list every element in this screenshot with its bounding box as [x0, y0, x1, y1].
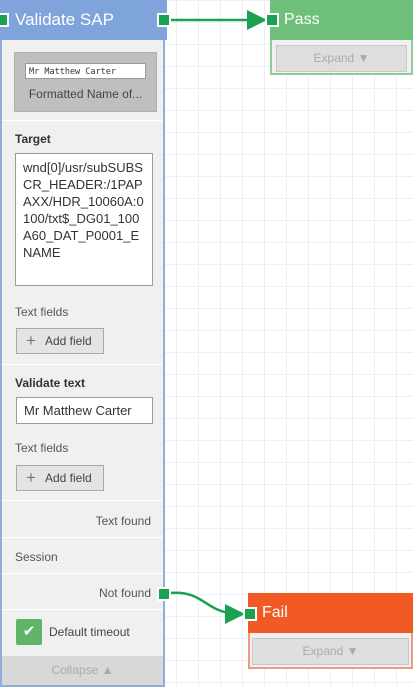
- fail-node[interactable]: Fail Expand ▼: [243, 593, 413, 669]
- divider: [2, 120, 163, 121]
- plus-icon: +: [26, 331, 36, 350]
- validate-text-label: Validate text: [15, 376, 86, 390]
- validate-node-title: Validate SAP: [15, 10, 114, 29]
- connector-fail: [169, 591, 245, 624]
- thumbnail-caption: Formatted Name of...: [28, 87, 143, 101]
- collapse-button[interactable]: Collapse ▲: [2, 656, 163, 685]
- pass-node-header[interactable]: Pass: [270, 0, 413, 40]
- fail-output-port[interactable]: [157, 587, 171, 601]
- screenshot-thumbnail[interactable]: Mr Matthew Carter Formatted Name of...: [14, 52, 157, 112]
- divider: [2, 364, 163, 365]
- pass-input-port[interactable]: [265, 13, 279, 27]
- validate-node-header[interactable]: Validate SAP: [0, 0, 167, 40]
- pass-node-title: Pass: [284, 11, 320, 28]
- add-field-button[interactable]: + Add field: [16, 328, 104, 354]
- fail-node-header[interactable]: Fail: [248, 593, 413, 633]
- pass-expand-button[interactable]: Expand ▼: [276, 45, 407, 72]
- pass-node[interactable]: Pass Expand ▼: [265, 0, 413, 75]
- divider: [2, 500, 163, 501]
- text-found-output-label: Text found: [95, 514, 151, 528]
- input-port[interactable]: [0, 13, 9, 27]
- add-field-label: Add field: [45, 334, 92, 348]
- add-field-label: Add field: [45, 471, 92, 485]
- divider: [2, 573, 163, 574]
- text-fields-label: Text fields: [15, 441, 69, 455]
- validate-sap-node[interactable]: Validate SAP Mr Matthew Carter Formatted…: [0, 0, 171, 687]
- default-timeout-checkbox[interactable]: ✔: [16, 619, 42, 645]
- add-field-button[interactable]: + Add field: [16, 465, 104, 491]
- fail-input-port[interactable]: [243, 607, 257, 621]
- session-label: Session: [15, 550, 58, 564]
- fail-node-title: Fail: [262, 604, 288, 621]
- target-field[interactable]: wnd[0]/usr/subSUBSCR_HEADER:/1PAPAXX/HDR…: [15, 153, 153, 286]
- fail-expand-button[interactable]: Expand ▼: [252, 638, 409, 665]
- divider: [2, 609, 163, 610]
- target-label: Target: [15, 132, 51, 146]
- default-timeout-label: Default timeout: [49, 625, 130, 639]
- plus-icon: +: [26, 468, 36, 487]
- checkmark-icon: ✔: [22, 623, 36, 640]
- validate-text-input[interactable]: Mr Matthew Carter: [16, 397, 153, 424]
- divider: [2, 537, 163, 538]
- not-found-output-label: Not found: [98, 586, 151, 600]
- pass-output-port[interactable]: [157, 13, 171, 27]
- text-fields-label: Text fields: [15, 305, 69, 319]
- thumbnail-image: Mr Matthew Carter: [25, 63, 146, 79]
